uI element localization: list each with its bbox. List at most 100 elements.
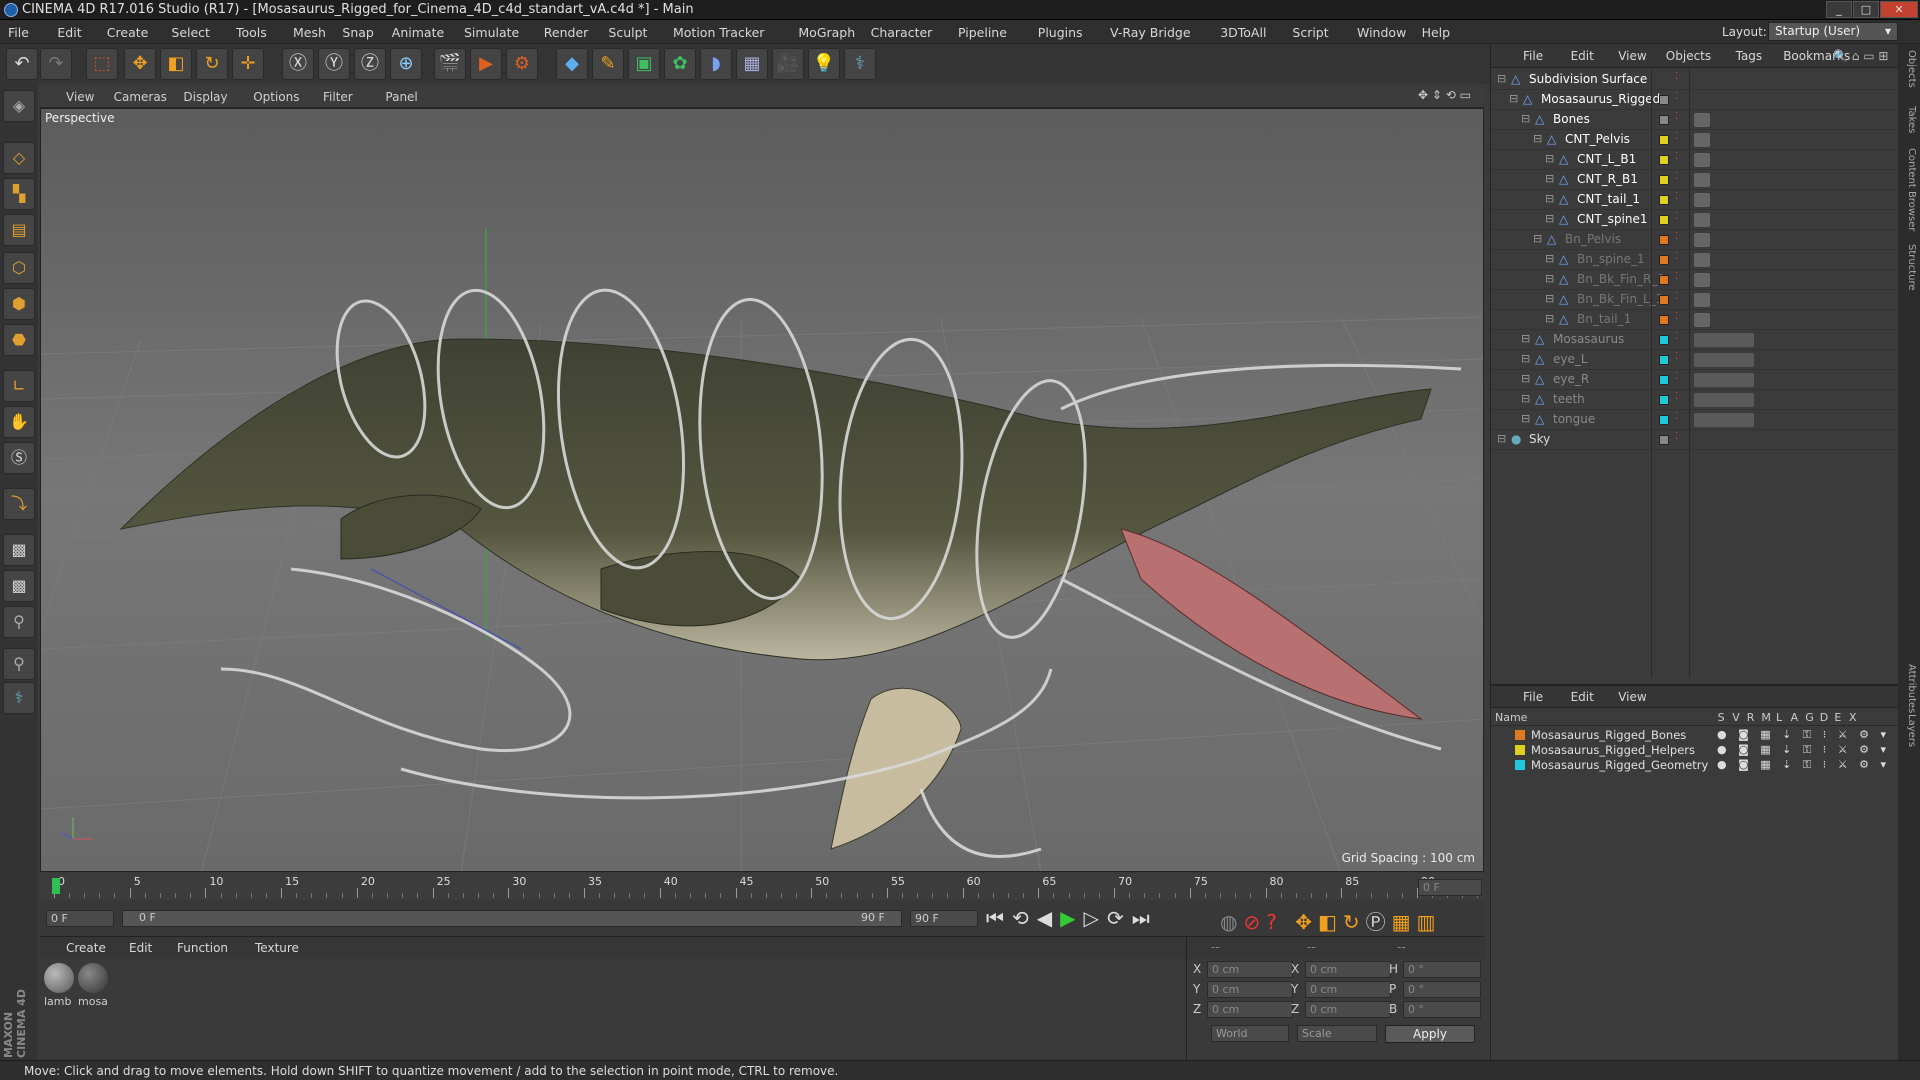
menu-pipeline[interactable]: Pipeline bbox=[958, 25, 1007, 40]
material-menu-create[interactable]: Create bbox=[66, 941, 106, 955]
expand-toggle-icon[interactable]: ⊟ bbox=[1521, 392, 1530, 405]
position-z-field[interactable]: 0 cm bbox=[1207, 1001, 1293, 1018]
object-menu-objects[interactable]: Objects bbox=[1666, 49, 1711, 63]
object-row-mosasaurus[interactable]: ⊟ △ Mosasaurus ⁚ bbox=[1491, 330, 1899, 350]
visibility-dots-icon[interactable]: ⁚ bbox=[1675, 91, 1678, 102]
grid-snap-icon[interactable]: ▩ bbox=[3, 570, 35, 602]
prev-frame-icon[interactable]: ◀ bbox=[1037, 906, 1060, 930]
object-row-bn-spine-1[interactable]: ⊟ △ Bn_spine_1 ⁚ bbox=[1491, 250, 1899, 270]
subdivision-surface-icon[interactable]: ▣ bbox=[628, 48, 660, 80]
visibility-dots-icon[interactable]: ⁚ bbox=[1675, 131, 1678, 142]
z-axis-lock-icon[interactable]: Ⓩ bbox=[354, 48, 386, 80]
move-tool-icon[interactable]: ✥ bbox=[124, 48, 156, 80]
autokey-icon[interactable]: ⊘ bbox=[1243, 910, 1266, 934]
goto-start-icon[interactable]: ⏮ bbox=[986, 906, 1012, 930]
object-tag-icon[interactable] bbox=[1694, 153, 1710, 167]
cloner-icon[interactable]: ✿ bbox=[664, 48, 696, 80]
move-axis-icon[interactable]: ✛ bbox=[232, 48, 264, 80]
layer-color-swatch[interactable] bbox=[1659, 155, 1669, 165]
visibility-dots-icon[interactable]: ⁚ bbox=[1675, 431, 1678, 442]
material-tags-icon[interactable] bbox=[1694, 333, 1754, 347]
model-mode-icon[interactable]: ◇ bbox=[3, 142, 35, 174]
object-row-sky[interactable]: ⊟ ● Sky ⁚ bbox=[1491, 430, 1899, 450]
object-row-bn-pelvis[interactable]: ⊟ △ Bn_Pelvis ⁚ bbox=[1491, 230, 1899, 250]
next-frame-icon[interactable]: ▷ bbox=[1084, 906, 1107, 930]
layer-color-swatch[interactable] bbox=[1659, 115, 1669, 125]
sculpt-brush-icon[interactable]: ⚲ bbox=[3, 648, 35, 680]
keyframe-selection-icon[interactable]: ? bbox=[1266, 910, 1283, 934]
object-menu-view[interactable]: View bbox=[1618, 49, 1646, 63]
object-row-teeth[interactable]: ⊟ △ teeth ⁚ bbox=[1491, 390, 1899, 410]
menu-simulate[interactable]: Simulate bbox=[464, 25, 519, 40]
size-y-field[interactable]: 0 cm bbox=[1305, 981, 1391, 998]
layer-toggle-icons[interactable]: ● ◙ ▦ ⇣ ⚿ ⁝ ⚔ ⚙ ▾ ✕ bbox=[1717, 758, 1911, 772]
play-icon[interactable]: ▶ bbox=[1060, 906, 1083, 930]
object-manager-search-icon[interactable]: 🔍 ⌂ ▭ ⊞ bbox=[1833, 49, 1888, 63]
menu-create[interactable]: Create bbox=[107, 25, 149, 40]
expand-toggle-icon[interactable]: ⊟ bbox=[1545, 192, 1554, 205]
layer-color-swatch[interactable] bbox=[1659, 175, 1669, 185]
python-script-icon[interactable]: ⚕ bbox=[3, 682, 35, 714]
make-editable-icon[interactable]: ◈ bbox=[3, 90, 35, 122]
expand-toggle-icon[interactable]: ⊟ bbox=[1521, 112, 1530, 125]
camera-icon[interactable]: 🎥 bbox=[772, 48, 804, 80]
menu-sculpt[interactable]: Sculpt bbox=[608, 25, 647, 40]
material-swatch-mosa[interactable] bbox=[78, 963, 108, 993]
menu-character[interactable]: Character bbox=[871, 25, 933, 40]
frame-range-slider[interactable]: 0 F 90 F bbox=[122, 910, 902, 927]
object-tag-icon[interactable] bbox=[1694, 273, 1710, 287]
object-tag-icon[interactable] bbox=[1694, 173, 1710, 187]
material-menu-function[interactable]: Function bbox=[177, 941, 228, 955]
visibility-dots-icon[interactable]: ⁚ bbox=[1675, 191, 1678, 202]
expand-toggle-icon[interactable]: ⊟ bbox=[1545, 172, 1554, 185]
layer-color-swatch[interactable] bbox=[1659, 215, 1669, 225]
polygons-mode-icon[interactable]: ⬣ bbox=[3, 324, 35, 356]
playhead[interactable] bbox=[52, 878, 60, 894]
menu-plugins[interactable]: Plugins bbox=[1038, 25, 1083, 40]
expand-toggle-icon[interactable]: ⊟ bbox=[1545, 312, 1554, 325]
render-view-icon[interactable]: 🎬 bbox=[434, 48, 466, 80]
rotation-p-field[interactable]: 0 ° bbox=[1403, 981, 1481, 998]
visibility-dots-icon[interactable]: ⁚ bbox=[1675, 111, 1678, 122]
layer-row[interactable]: Mosasaurus_Rigged_Bones ● ◙ ▦ ⇣ ⚿ ⁝ ⚔ ⚙ ▾… bbox=[1491, 728, 1907, 743]
timeline-ruler[interactable]: 051015202530354045505560657075808590 0 F bbox=[40, 874, 1484, 900]
end-frame-field[interactable]: 90 F bbox=[910, 910, 978, 927]
undo-icon[interactable]: ↶ bbox=[6, 48, 38, 80]
texture-mode-icon[interactable]: ▚ bbox=[3, 178, 35, 210]
expand-toggle-icon[interactable]: ⊟ bbox=[1497, 432, 1506, 445]
solo-mode-icon[interactable]: Ⓢ bbox=[3, 442, 35, 474]
expand-toggle-icon[interactable]: ⊟ bbox=[1533, 132, 1542, 145]
timeline-window-icon[interactable]: ▥ bbox=[1417, 910, 1442, 934]
object-tag-icon[interactable] bbox=[1694, 233, 1710, 247]
live-selection-icon[interactable]: ⬚ bbox=[86, 48, 118, 80]
render-settings-icon[interactable]: ⚙ bbox=[506, 48, 538, 80]
menu-snap[interactable]: Snap bbox=[342, 25, 373, 40]
position-key-icon[interactable]: ✥ bbox=[1295, 910, 1318, 934]
visibility-dots-icon[interactable]: ⁚ bbox=[1675, 271, 1678, 282]
layer-toggle-icons[interactable]: ● ◙ ▦ ⇣ ⚿ ⁝ ⚔ ⚙ ▾ ✕ bbox=[1717, 743, 1911, 757]
maximize-button[interactable]: □ bbox=[1853, 1, 1879, 18]
expand-toggle-icon[interactable]: ⊟ bbox=[1545, 212, 1554, 225]
side-tab-objects[interactable]: Objects bbox=[1901, 50, 1917, 88]
layer-color-swatch[interactable] bbox=[1659, 135, 1669, 145]
apply-button[interactable]: Apply bbox=[1385, 1025, 1475, 1043]
visibility-dots-icon[interactable]: ⁚ bbox=[1675, 71, 1678, 82]
object-tag-icon[interactable] bbox=[1694, 253, 1710, 267]
coord-system-select[interactable]: World bbox=[1211, 1025, 1289, 1042]
visibility-dots-icon[interactable]: ⁚ bbox=[1675, 151, 1678, 162]
layer-row[interactable]: Mosasaurus_Rigged_Helpers ● ◙ ▦ ⇣ ⚿ ⁝ ⚔ ⚙… bbox=[1491, 743, 1907, 758]
menu-file[interactable]: File bbox=[8, 25, 29, 40]
viewport-menu-view[interactable]: View bbox=[66, 90, 94, 104]
object-row-bn-tail-1[interactable]: ⊟ △ Bn_tail_1 ⁚ bbox=[1491, 310, 1899, 330]
material-swatch-lamb[interactable] bbox=[44, 963, 74, 993]
position-x-field[interactable]: 0 cm bbox=[1207, 961, 1293, 978]
layer-color-swatch[interactable] bbox=[1659, 375, 1669, 385]
side-tab-content-browser[interactable]: Content Browser bbox=[1901, 148, 1917, 231]
start-frame-field[interactable]: 0 F bbox=[46, 910, 114, 927]
brush-icon[interactable]: ⚲ bbox=[3, 606, 35, 638]
deformer-icon[interactable]: ◗ bbox=[700, 48, 732, 80]
expand-toggle-icon[interactable]: ⊟ bbox=[1521, 352, 1530, 365]
material-menu-edit[interactable]: Edit bbox=[129, 941, 152, 955]
expand-toggle-icon[interactable]: ⊟ bbox=[1521, 412, 1530, 425]
viewport-perspective[interactable]: Perspective Grid Spacing : 100 cm bbox=[40, 108, 1484, 872]
